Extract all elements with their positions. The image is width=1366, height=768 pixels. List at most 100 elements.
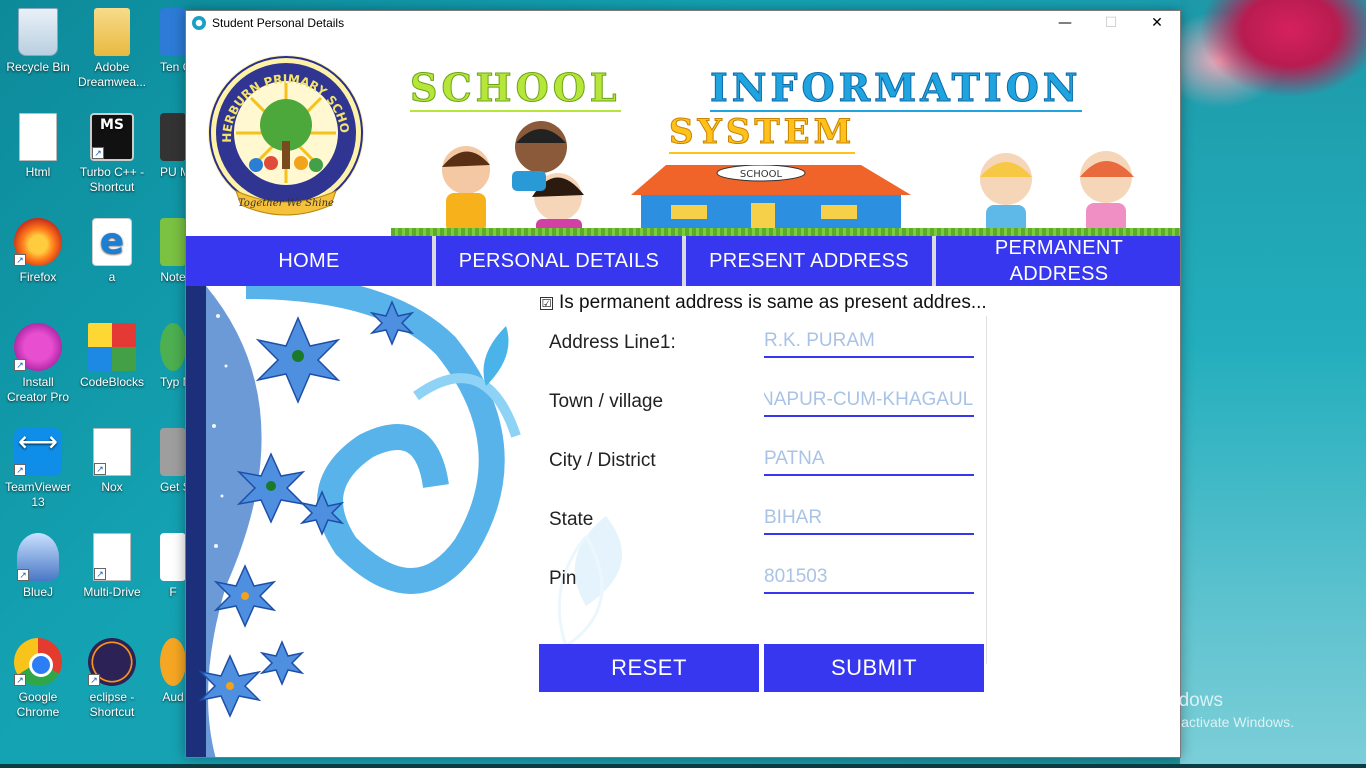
town-label: Town / village [549,391,664,412]
desktop-icon-label: Google Chrome [16,690,60,719]
banner-title-school: SCHOOL [410,65,621,112]
shortcut-arrow-icon: ↗ [17,569,29,581]
school-motto: Together We Shine [238,198,334,209]
recycle-bin-icon [18,8,58,56]
state-label: State [549,509,594,530]
desktop-icon-firefox[interactable]: ↗ Firefox [1,218,75,285]
same-address-label: Is permanent address is same as present … [559,292,987,313]
window-controls: — ☐ ✕ [1042,11,1180,35]
desktop-icon-partial-6[interactable]: F [160,533,186,600]
document-icon: ↗ [93,428,131,476]
taskbar-edge [0,764,1366,768]
folder-icon [94,8,130,56]
desktop-icon-chrome[interactable]: ↗ Google Chrome [1,638,75,720]
desktop-icon-dreamweaver[interactable]: Adobe Dreamwea... [75,8,149,90]
nav-present-address[interactable]: PRESENT ADDRESS [686,236,932,286]
shortcut-arrow-icon: ↗ [14,359,26,371]
desktop-icon-eclipse[interactable]: ↗ eclipse - Shortcut [75,638,149,720]
app-icon [160,113,186,161]
desktop-icon-turbo-cpp[interactable]: ↗ Turbo C++ - Shortcut [75,113,149,195]
nav-permanent-address[interactable]: PERMANENT ADDRESS [936,236,1180,286]
shortcut-arrow-icon: ↗ [94,568,106,580]
desktop-icon-label: Adobe Dreamwea... [77,60,147,89]
desktop-icon-label: Turbo C++ - Shortcut [79,165,145,194]
desktop-icon-partial-3[interactable]: Note [160,218,186,285]
desktop-icon-partial-7[interactable]: Aud [160,638,186,705]
content-area: ☑ Is permanent address is same as presen… [186,286,1180,757]
shortcut-arrow-icon: ↗ [94,463,106,475]
desktop-icon-label: Get S With [160,480,186,494]
maximize-button[interactable]: ☐ [1088,11,1134,35]
town-input[interactable]: NAPUR-CUM-KHAGAUL [764,389,974,417]
desktop-icon-partial-5[interactable]: Get S With [160,428,186,495]
desktop-icon-label: Ten Gam [160,60,186,74]
desktop-icon-multi-drive[interactable]: ↗ Multi-Drive [75,533,149,600]
desktop-icon-label: Html [25,165,51,179]
student-details-window: Student Personal Details — ☐ ✕ SHE [185,10,1181,758]
school-logo: SHERBURN PRIMARY SCHOOL Together We Shin… [201,53,364,216]
nav-home[interactable]: HOME [186,236,432,286]
minimize-button[interactable]: — [1042,11,1088,35]
same-address-checkbox[interactable]: ☑ [540,296,553,310]
pin-label: Pin [549,568,577,589]
same-address-checkbox-row[interactable]: ☑ Is permanent address is same as presen… [540,292,987,314]
document-icon [19,113,57,161]
database-icon [160,428,186,476]
desktop-icon-bluej[interactable]: ↗ BlueJ [1,533,75,600]
bluej-icon: ↗ [17,533,59,581]
teamviewer-icon: ↗ [14,428,62,476]
address-line1-row: Address Line1: R.K. PURAM [538,316,987,375]
window-titlebar[interactable]: Student Personal Details — ☐ ✕ [186,11,1180,35]
address-line1-label: Address Line1: [549,332,676,353]
desktop-icon-label: Nox [101,480,123,494]
notepad-icon [160,218,186,266]
activate-windows-watermark: Activate Windows Go to Settings to activ… [1073,690,1294,730]
state-row: State BIHAR [538,493,987,552]
internet-explorer-icon [92,218,132,266]
close-button[interactable]: ✕ [1134,11,1180,35]
activate-windows-subtitle: Go to Settings to activate Windows. [1073,714,1294,730]
activate-windows-title: Activate Windows [1073,690,1223,711]
desktop-icon-recycle-bin[interactable]: Recycle Bin [1,8,75,75]
desktop-icon-install-creator[interactable]: ↗ Install Creator Pro [1,323,75,405]
desktop-icon-label: F [169,585,177,599]
desktop-icon-label: TeamViewer 13 [5,480,71,509]
desktop-icon-codeblocks[interactable]: CodeBlocks [75,323,149,390]
reset-button[interactable]: RESET [539,644,759,692]
school-building-illustration: SCHOOL [631,165,911,235]
desktop-icon-partial-2[interactable]: PU MO [160,113,186,180]
banner-title-information: INFORMATION [710,65,1082,112]
desktop-icon-label: Note [160,270,186,284]
desktop-icon-label: eclipse - Shortcut [89,690,135,719]
city-input[interactable]: PATNA [764,448,974,476]
desktop-icon-partial-4[interactable]: Typ Mas [160,323,186,390]
main-nav: HOME PERSONAL DETAILS PRESENT ADDRESS PE… [186,236,1180,286]
desktop-wallpaper-flower [1180,0,1366,768]
pin-row: Pin 801503 [538,552,987,611]
address-line1-input[interactable]: R.K. PURAM [764,330,974,358]
shortcut-arrow-icon: ↗ [92,147,104,159]
firefox-icon: ↗ [14,218,62,266]
desktop-icon-label: CodeBlocks [79,375,145,389]
children-illustration-left [442,121,584,235]
address-form: Address Line1: R.K. PURAM Town / village… [538,316,987,692]
desktop-icon-a[interactable]: a [75,218,149,285]
submit-button[interactable]: SUBMIT [764,644,984,692]
desktop-icon-teamviewer[interactable]: ↗ TeamViewer 13 [1,428,75,510]
pin-input[interactable]: 801503 [764,566,974,594]
desktop-icon-label: Multi-Drive [83,585,141,599]
chrome-icon: ↗ [14,638,62,686]
desktop-icon-nox[interactable]: ↗ Nox [75,428,149,495]
nav-personal-details[interactable]: PERSONAL DETAILS [436,236,682,286]
city-label: City / District [549,450,656,471]
shortcut-arrow-icon: ↗ [14,674,26,686]
typing-master-icon [160,323,186,371]
desktop-icon-label: BlueJ [22,585,54,599]
town-row: Town / village NAPUR-CUM-KHAGAUL [538,375,987,434]
desktop-icon-label: Aud [162,690,184,704]
state-input[interactable]: BIHAR [764,507,974,535]
desktop-icon-label: Typ Mas [160,375,186,389]
desktop-icon-partial-1[interactable]: Ten Gam [160,8,186,75]
city-row: City / District PATNA [538,434,987,493]
desktop-icon-html[interactable]: Html [1,113,75,180]
